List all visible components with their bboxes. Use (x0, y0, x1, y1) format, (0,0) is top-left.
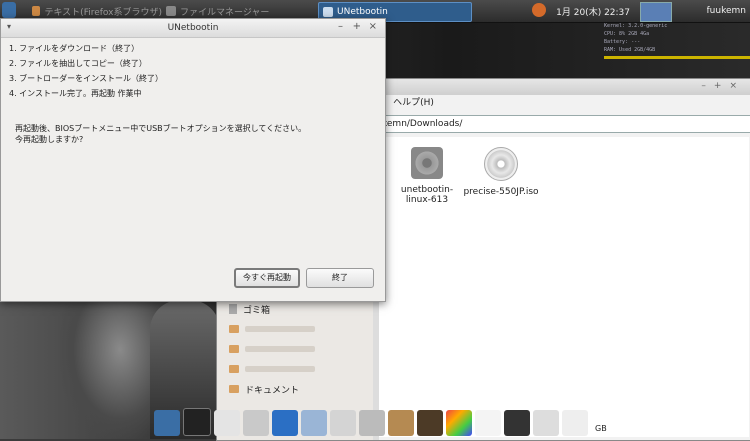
conky-line: Battery: --- (604, 39, 641, 45)
unetbootin-dialog: ▾ UNetbootin – + × 1. ファイルをダウンロード（終了） 2.… (0, 18, 386, 302)
location-bar[interactable]: kemn/Downloads/ (377, 115, 750, 133)
file-view: unetbootin-linux-613 precise-550JP.iso (379, 137, 749, 437)
dock (150, 405, 614, 439)
disc-icon[interactable] (504, 410, 530, 436)
trash-icon[interactable] (533, 410, 559, 436)
step-complete: 4. インストール完了。再起動 作業中 (9, 89, 142, 98)
speaker-icon[interactable] (417, 410, 443, 436)
browser-icon (32, 6, 41, 16)
browser-icon[interactable] (272, 410, 298, 436)
font-icon[interactable] (475, 410, 501, 436)
window-controls[interactable]: –+× (701, 81, 745, 91)
close-icon[interactable]: × (369, 21, 377, 32)
workspace-switcher[interactable] (640, 2, 672, 22)
reboot-now-button[interactable]: 今すぐ再起動 (234, 268, 300, 288)
reboot-message-line2: 今再起動しますか? (15, 135, 84, 144)
trash-icon (229, 304, 237, 314)
conky-line: CPU: 8% 2GB 4Ga (604, 31, 650, 37)
disc-icon (484, 147, 518, 181)
conky-line: Kernel: 3.2.0-generic (604, 23, 668, 29)
terminal-icon[interactable] (183, 408, 211, 436)
sidebar-item[interactable] (217, 339, 373, 359)
file-name: unetbootin-linux-613 (400, 185, 454, 205)
refresh-icon[interactable] (562, 410, 588, 436)
files-icon[interactable] (214, 410, 240, 436)
dialog-title: UNetbootin (167, 23, 219, 33)
step-extract: 2. ファイルを抽出してコピー（終了） (9, 59, 147, 68)
dock-status: GB (595, 424, 607, 433)
paint-icon[interactable] (446, 410, 472, 436)
minimize-icon[interactable]: – (338, 21, 343, 32)
folder-icon (229, 365, 239, 373)
archive-icon[interactable] (388, 410, 414, 436)
folder-icon (229, 385, 239, 393)
progress-steps: 1. ファイルをダウンロード（終了） 2. ファイルを抽出してコピー（終了） 3… (9, 41, 163, 101)
text-editor-icon[interactable] (243, 410, 269, 436)
step-download: 1. ファイルをダウンロード（終了） (9, 44, 140, 53)
exit-button[interactable]: 終了 (306, 268, 374, 288)
file-name: precise-550JP.iso (463, 187, 539, 197)
step-bootloader: 3. ブートローダーをインストール（終了） (9, 74, 164, 83)
folder-icon (229, 325, 239, 333)
app-menu-icon[interactable] (2, 2, 16, 18)
blurred-label (245, 346, 315, 352)
folder-icon (229, 345, 239, 353)
gear-icon (411, 147, 443, 179)
blurred-label (245, 326, 315, 332)
sidebar-item[interactable] (217, 319, 373, 339)
sidebar-item-documents[interactable]: ドキュメント (217, 379, 373, 399)
sidebar-item-trash[interactable]: ゴミ箱 (217, 299, 373, 319)
conky-usage-bar (604, 56, 750, 59)
image-icon[interactable] (330, 410, 356, 436)
menu-help[interactable]: ヘルプ(H) (393, 98, 434, 108)
folder-icon (166, 6, 176, 16)
user-menu[interactable]: fuukemn (707, 2, 746, 20)
file-item[interactable]: unetbootin-linux-613 (389, 147, 465, 205)
search-icon[interactable] (359, 410, 385, 436)
sidebar-item[interactable] (217, 359, 373, 379)
unetbootin-icon (323, 7, 333, 17)
dialog-titlebar[interactable]: ▾ UNetbootin – + × (1, 19, 385, 38)
conky-line: RAM: Used 2GB/4GB (604, 47, 656, 53)
system-monitor-widget: Kernel: 3.2.0-generic CPU: 8% 2GB 4Ga Ba… (604, 22, 750, 72)
clock[interactable]: 1月 20(木) 22:37 (556, 2, 630, 20)
update-notifier-icon[interactable] (532, 3, 546, 17)
reboot-message: 再起動後、BIOSブートメニュー中でUSBブートオプションを選択してください。 … (15, 123, 306, 145)
blurred-label (245, 366, 315, 372)
file-item[interactable]: precise-550JP.iso (463, 147, 539, 197)
monitor-icon[interactable] (154, 410, 180, 436)
maximize-icon[interactable]: + (353, 21, 361, 32)
reboot-message-line1: 再起動後、BIOSブートメニュー中でUSBブートオプションを選択してください。 (15, 124, 307, 133)
settings-icon[interactable] (301, 410, 327, 436)
